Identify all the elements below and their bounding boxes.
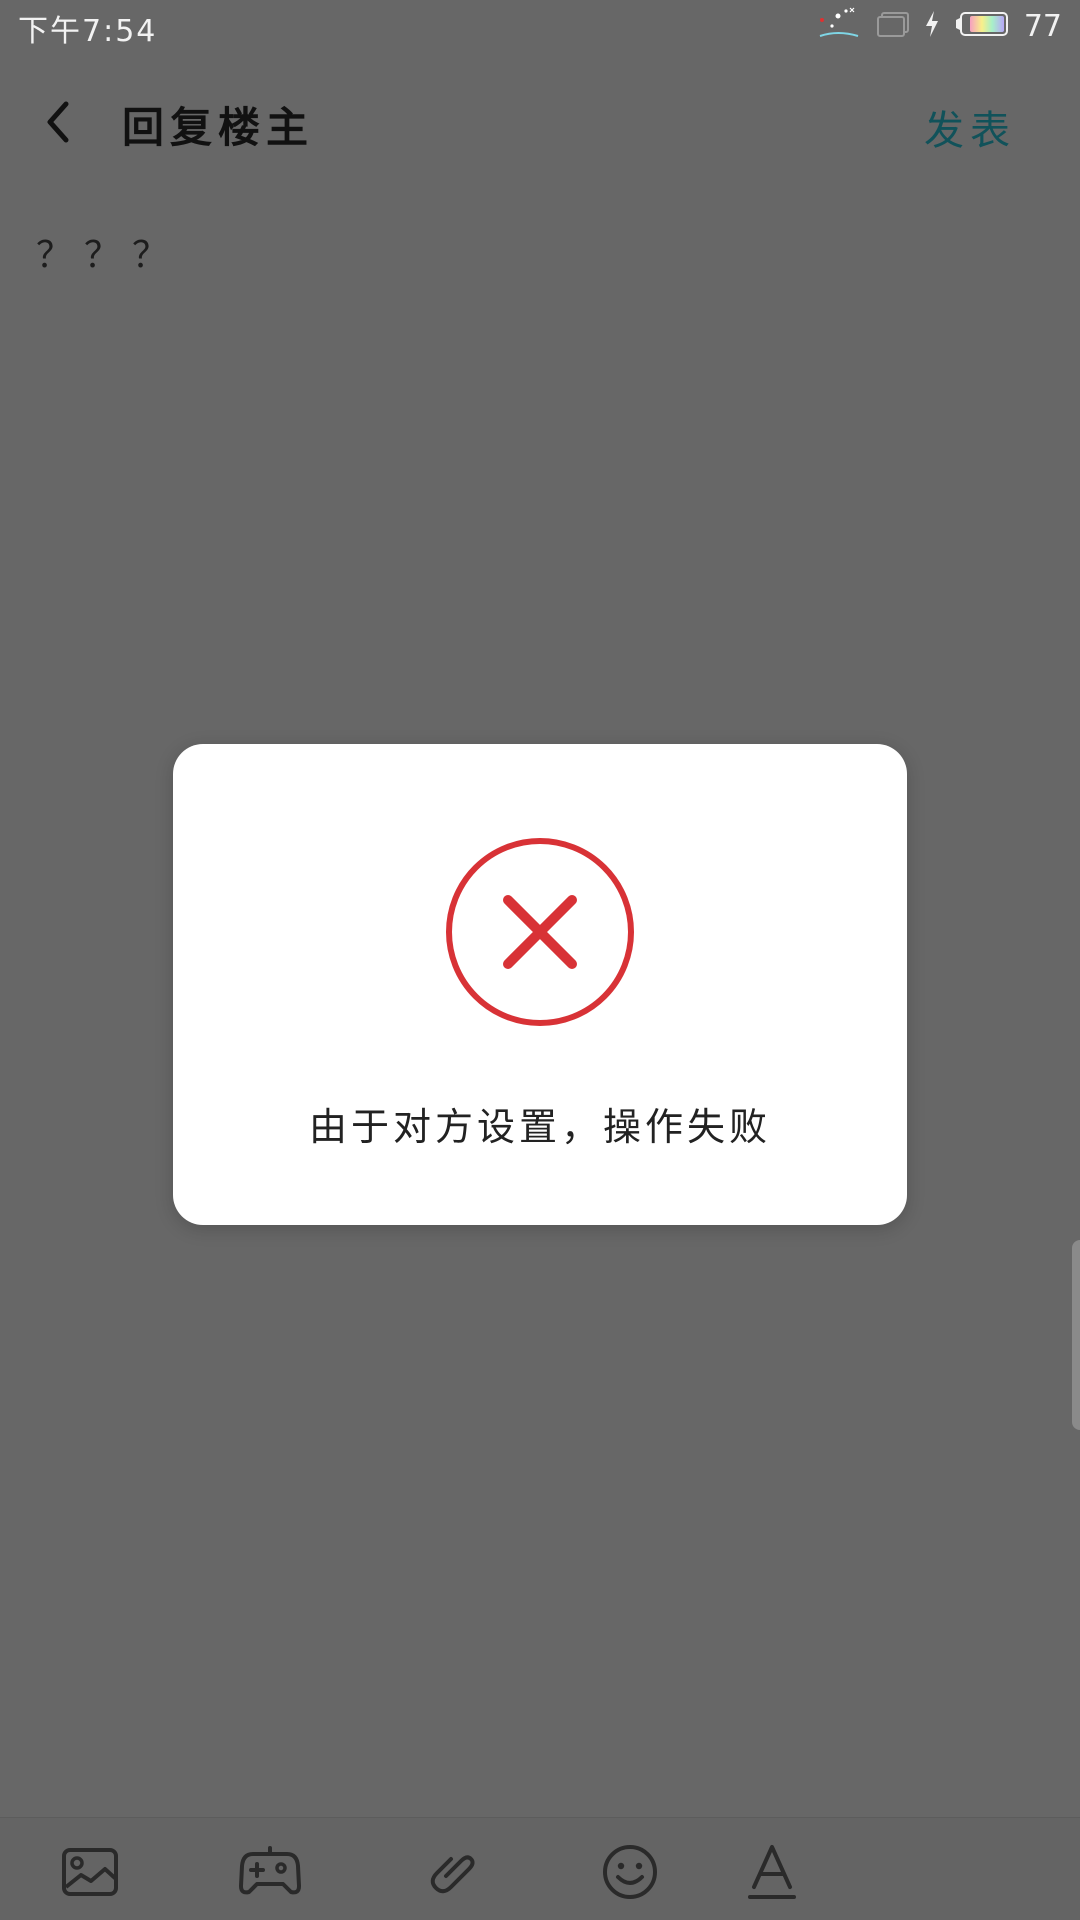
error-dialog: 由于对方设置，操作失败 xyxy=(173,744,907,1225)
dialog-message: 由于对方设置，操作失败 xyxy=(308,1105,771,1149)
reply-text-input[interactable]: ？？？ xyxy=(36,226,180,278)
back-button[interactable] xyxy=(28,90,88,154)
screen-mirror-icon xyxy=(876,10,910,42)
insert-emoji-button[interactable] xyxy=(598,1840,662,1904)
status-bar: 下午7:54 77 xyxy=(0,0,1080,52)
scrollbar-handle[interactable] xyxy=(1072,1240,1080,1430)
page-title: 回复楼主 xyxy=(122,103,315,152)
status-time: 下午7:54 xyxy=(18,14,158,49)
link-icon xyxy=(430,1855,475,1894)
reply-screen: 下午7:54 77 回复楼主 发表 ？？？ 由于对方设置，操作失败 xyxy=(0,0,1080,1920)
emoji-icon xyxy=(603,1845,657,1899)
status-icons: 77 xyxy=(816,6,1062,46)
battery-icon xyxy=(954,10,1010,42)
text-format-icon xyxy=(748,1845,796,1899)
gamepad-icon xyxy=(239,1846,301,1895)
editor-toolbar xyxy=(0,1817,1080,1920)
charging-bolt-icon xyxy=(924,10,940,42)
notification-sparkle-icon xyxy=(816,6,862,46)
chevron-left-icon xyxy=(47,101,69,143)
insert-link-button[interactable] xyxy=(418,1840,482,1904)
text-format-button[interactable] xyxy=(740,1840,804,1904)
insert-game-button[interactable] xyxy=(238,1840,302,1904)
battery-level: 77 xyxy=(1023,8,1062,44)
insert-image-button[interactable] xyxy=(58,1840,122,1904)
image-icon xyxy=(62,1848,118,1896)
header: 回复楼主 发表 xyxy=(0,70,1080,175)
publish-button[interactable]: 发表 xyxy=(924,98,1016,156)
error-circle-x-icon xyxy=(446,838,634,1026)
